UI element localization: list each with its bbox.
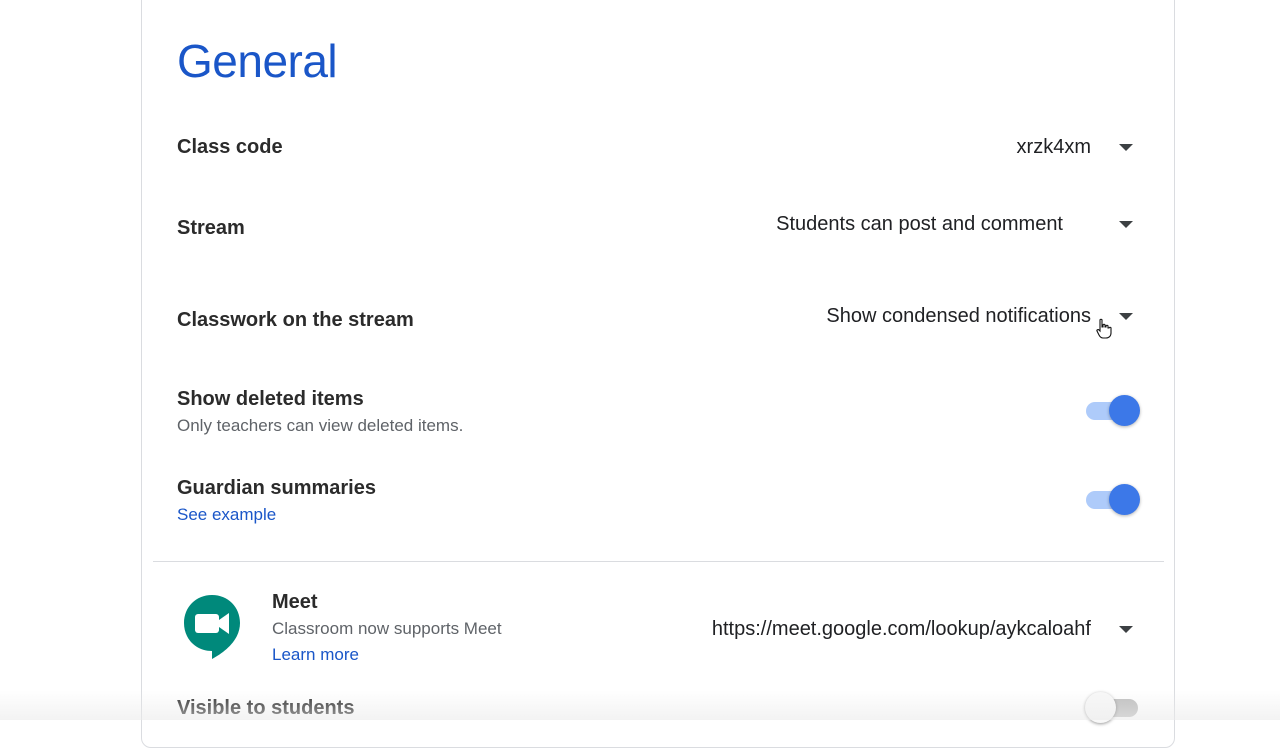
see-example-link[interactable]: See example	[177, 505, 276, 525]
class-code-value: xrzk4xm	[1016, 135, 1091, 158]
stream-dropdown[interactable]: Students can post and comment	[776, 211, 1135, 237]
class-code-label: Class code	[177, 136, 283, 158]
dropdown-arrow-icon	[1119, 312, 1133, 320]
meet-link-value: https://meet.google.com/lookup/aykcaloah…	[711, 617, 1091, 640]
classwork-on-stream-label: Classwork on the stream	[177, 309, 414, 331]
dropdown-arrow-icon	[1119, 143, 1133, 151]
classwork-on-stream-value: Show condensed notifications	[826, 304, 1091, 327]
stream-value: Students can post and comment	[776, 212, 1063, 235]
toggle-thumb	[1109, 484, 1140, 515]
stream-label: Stream	[177, 217, 245, 239]
show-deleted-items-description: Only teachers can view deleted items.	[177, 416, 464, 435]
section-divider	[153, 561, 1164, 562]
google-meet-icon	[184, 595, 240, 659]
toggle-thumb	[1085, 692, 1116, 723]
visible-to-students-label: Visible to students	[177, 697, 355, 719]
meet-link-dropdown[interactable]: https://meet.google.com/lookup/aykcaloah…	[712, 616, 1135, 642]
guardian-summaries-toggle[interactable]	[1085, 483, 1141, 517]
guardian-summaries-label: Guardian summaries	[177, 477, 376, 499]
section-title: General	[177, 35, 338, 87]
classwork-on-stream-dropdown[interactable]: Show condensed notifications	[826, 303, 1135, 329]
learn-more-link[interactable]: Learn more	[272, 645, 359, 665]
dropdown-arrow-icon	[1119, 220, 1133, 228]
hand-cursor-icon	[1096, 318, 1112, 339]
dropdown-arrow-icon	[1119, 625, 1133, 633]
class-code-dropdown[interactable]: xrzk4xm	[1017, 134, 1135, 160]
meet-description: Classroom now supports Meet	[272, 619, 502, 638]
toggle-thumb	[1109, 395, 1140, 426]
show-deleted-items-toggle[interactable]	[1085, 394, 1141, 428]
show-deleted-items-label: Show deleted items	[177, 388, 364, 410]
meet-label: Meet	[272, 591, 318, 613]
